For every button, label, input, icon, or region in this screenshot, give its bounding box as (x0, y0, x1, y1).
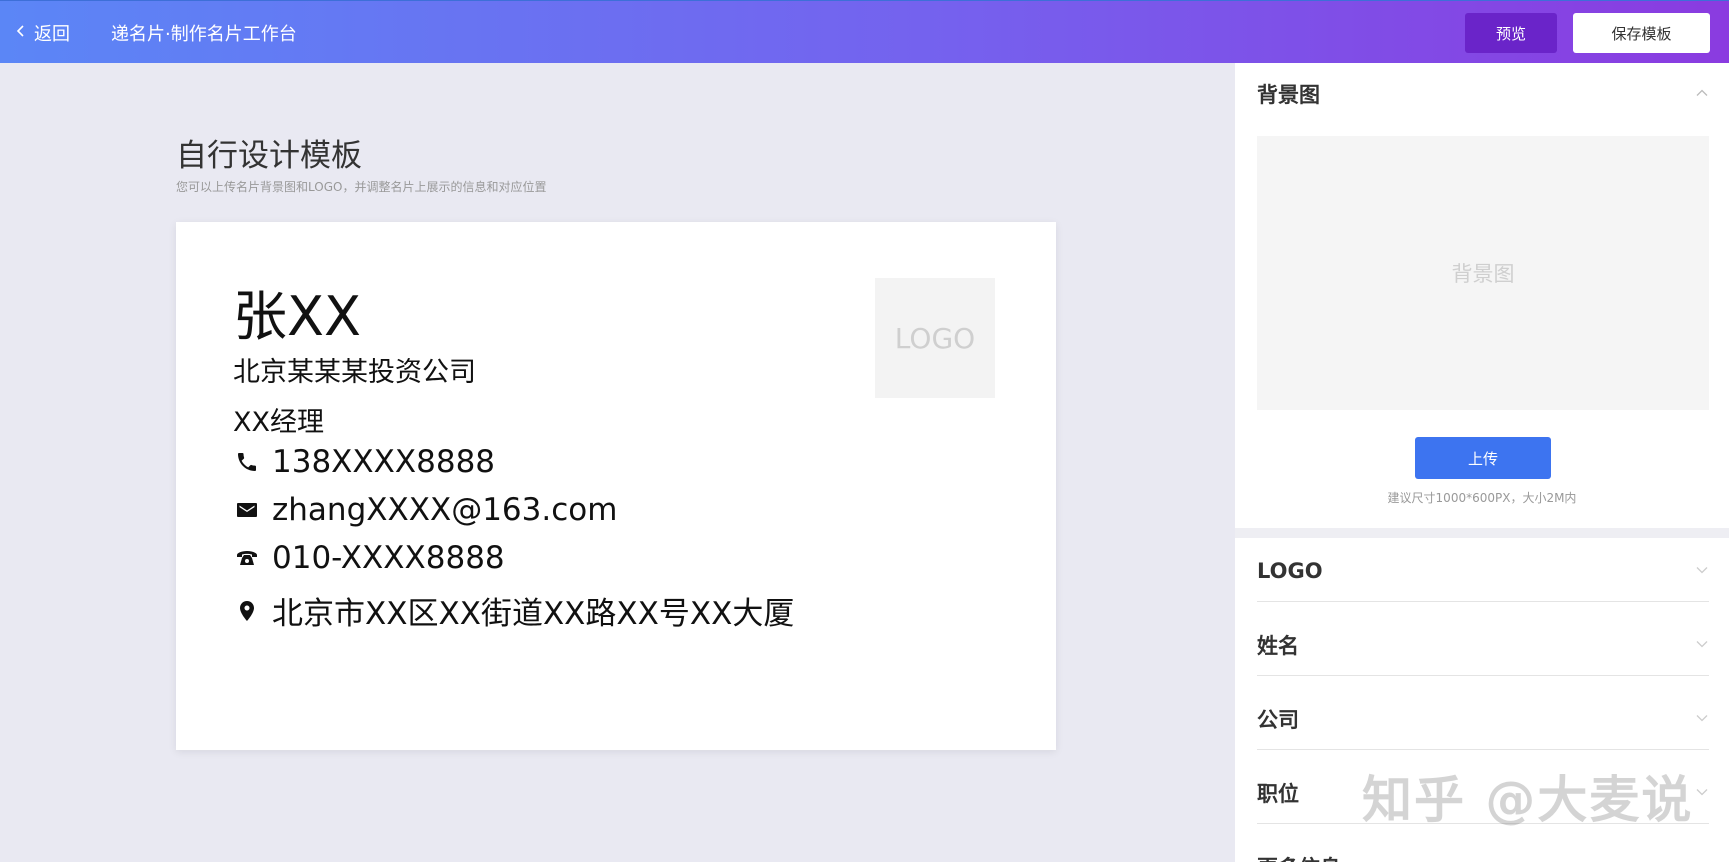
phone-icon (234, 449, 260, 475)
section-gap (1235, 528, 1729, 538)
section-more-header[interactable]: 更多信息 (1257, 847, 1709, 862)
card-email-row[interactable]: zhangXXXX@163.com (234, 492, 617, 528)
section-logo-header[interactable]: LOGO (1257, 551, 1709, 591)
card-tel: 010-XXXX8888 (272, 540, 505, 576)
telephone-icon (234, 545, 260, 571)
chevron-up-icon (1695, 85, 1709, 104)
upload-button[interactable]: 上传 (1415, 437, 1551, 479)
back-button[interactable]: 返回 (14, 1, 70, 64)
section-company-title: 公司 (1257, 708, 1299, 732)
preview-button[interactable]: 预览 (1465, 13, 1557, 53)
upload-hint: 建议尺寸1000*600PX，大小2M内 (1387, 491, 1577, 505)
chevron-down-icon (1695, 562, 1709, 581)
top-bar: 返回 递名片·制作名片工作台 预览 保存模板 (0, 0, 1729, 63)
card-address-row[interactable]: 北京市XX区XX街道XX路XX号XX大厦 (234, 588, 794, 633)
page-title: 自行设计模板 (176, 138, 362, 174)
back-label: 返回 (34, 23, 70, 45)
card-mobile-row[interactable]: 138XXXX8888 (234, 444, 495, 480)
chevron-down-icon (1695, 784, 1709, 803)
card-logo-placeholder[interactable]: LOGO (875, 278, 995, 398)
card-mobile: 138XXXX8888 (272, 444, 496, 480)
page-breadcrumb: 递名片·制作名片工作台 (111, 23, 297, 45)
watermark: 知乎 @大麦说 (1362, 771, 1694, 829)
location-pin-icon (234, 598, 260, 624)
chevron-down-icon (1695, 636, 1709, 655)
divider (1257, 749, 1709, 750)
card-address: 北京市XX区XX街道XX路XX号XX大厦 (272, 596, 795, 632)
section-company-header[interactable]: 公司 (1257, 699, 1709, 739)
settings-panel: 背景图 背景图 上传 建议尺寸1000*600PX，大小2M内 LOGO 姓名 … (1235, 63, 1729, 862)
section-more-title: 更多信息 (1257, 852, 1341, 862)
chevron-left-icon (14, 22, 28, 43)
section-name-title: 姓名 (1257, 634, 1299, 658)
card-name[interactable]: 张XX (233, 272, 361, 351)
card-position[interactable]: XX经理 (233, 400, 324, 439)
card-company[interactable]: 北京某某某投资公司 (233, 350, 476, 389)
divider (1257, 601, 1709, 602)
section-logo-title: LOGO (1257, 559, 1323, 583)
section-background-header[interactable]: 背景图 (1257, 79, 1709, 109)
section-position-title: 职位 (1257, 782, 1299, 806)
mail-icon (234, 497, 260, 523)
section-background-title: 背景图 (1257, 83, 1320, 107)
page-subtitle: 您可以上传名片背景图和LOGO，并调整名片上展示的信息和对应位置 (176, 180, 547, 194)
background-image-preview: 背景图 (1257, 136, 1709, 410)
section-name-header[interactable]: 姓名 (1257, 625, 1709, 665)
divider (1257, 675, 1709, 676)
business-card-canvas[interactable]: 张XX 北京某某某投资公司 XX经理 LOGO 138XXXX8888 zhan… (176, 222, 1056, 750)
save-template-button[interactable]: 保存模板 (1573, 13, 1710, 53)
card-tel-row[interactable]: 010-XXXX8888 (234, 540, 505, 576)
card-email: zhangXXXX@163.com (272, 492, 618, 528)
chevron-down-icon (1695, 710, 1709, 729)
